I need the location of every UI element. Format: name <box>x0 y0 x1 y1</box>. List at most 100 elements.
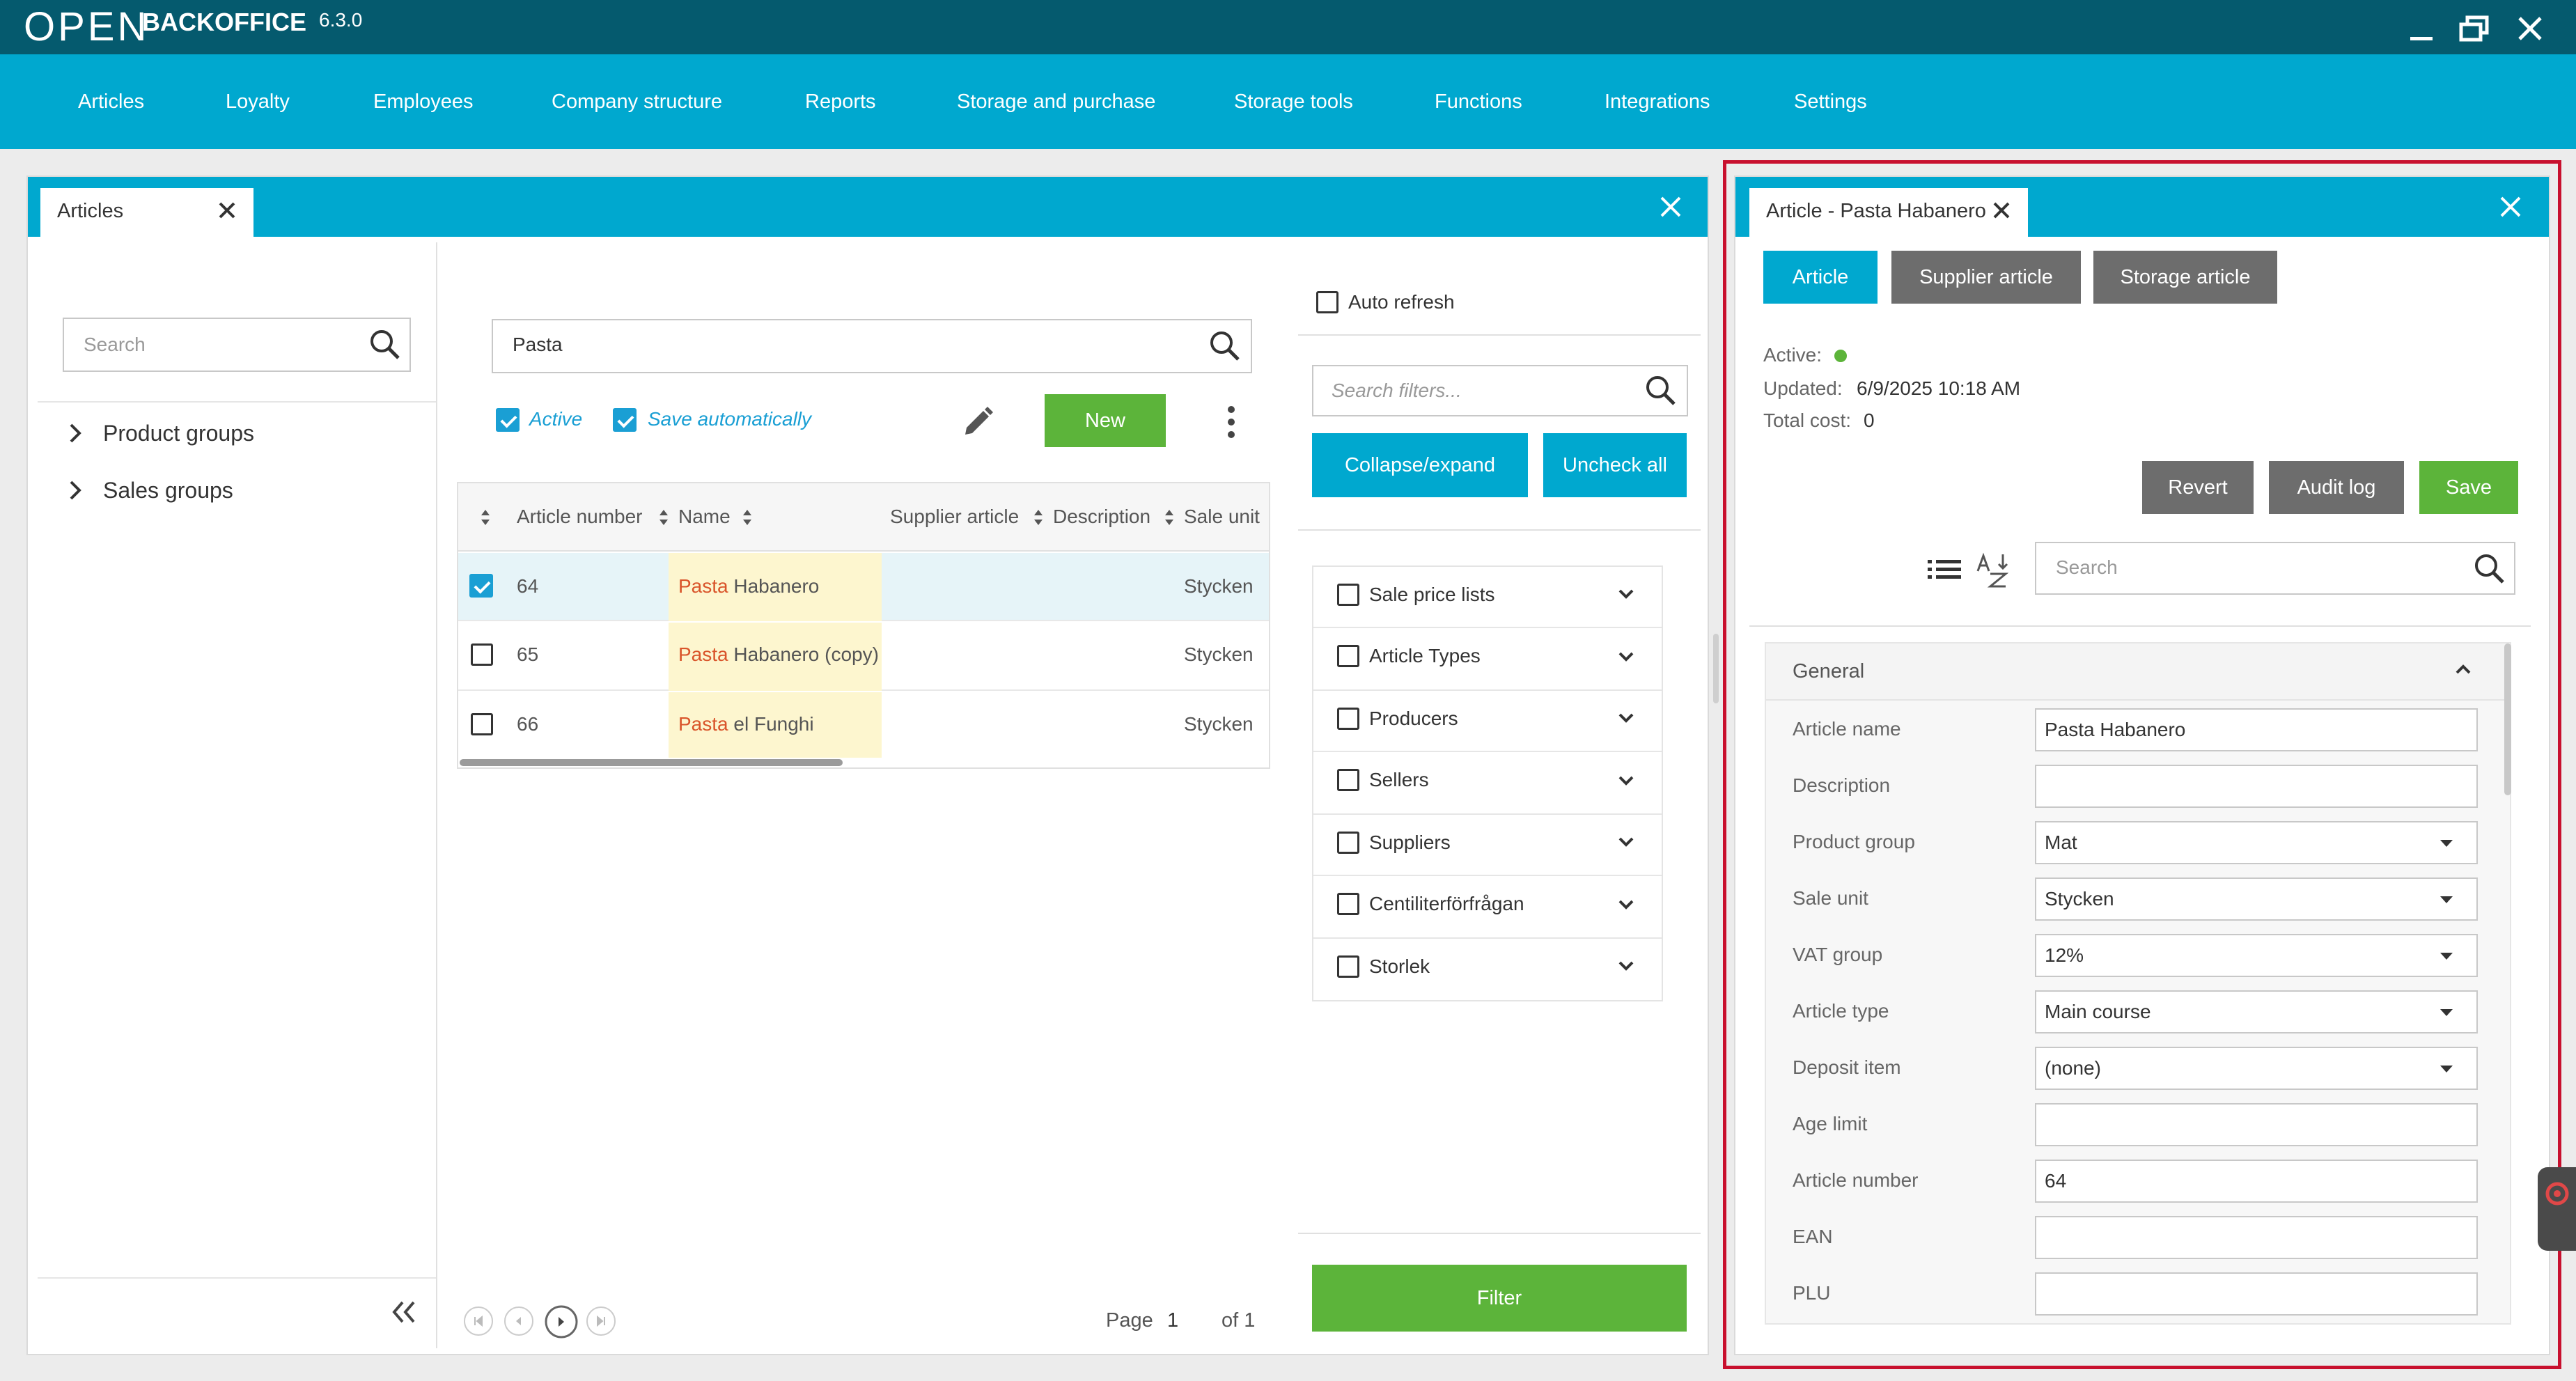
filters-divider <box>1298 1233 1701 1234</box>
uncheck-all-button[interactable]: Uncheck all <box>1543 433 1687 497</box>
next-page-button[interactable] <box>543 1304 579 1343</box>
revert-button[interactable]: Revert <box>2142 461 2254 514</box>
menu-loyalty[interactable]: Loyalty <box>226 88 290 116</box>
tree-expand-sales-groups[interactable] <box>67 479 84 505</box>
collapse-sidebar-button[interactable] <box>389 1300 419 1328</box>
row-checkbox[interactable] <box>469 574 493 598</box>
filter-checkbox[interactable] <box>1337 584 1359 606</box>
chevron-down-icon[interactable] <box>1617 836 1635 852</box>
article-search-button[interactable] <box>1208 329 1241 366</box>
menu-articles[interactable]: Articles <box>78 88 144 116</box>
collapse-expand-button[interactable]: Collapse/expand <box>1312 433 1528 497</box>
close-article-panel-button[interactable] <box>2499 195 2522 222</box>
ean-field[interactable] <box>2035 1216 2478 1259</box>
row-checkbox[interactable] <box>471 713 493 735</box>
tree-search-button[interactable] <box>368 327 401 364</box>
tree-item-product-groups[interactable]: Product groups <box>103 418 254 448</box>
auto-refresh-checkbox[interactable] <box>1316 291 1338 313</box>
close-window-button[interactable] <box>2511 10 2549 47</box>
menu-settings[interactable]: Settings <box>1794 88 1867 116</box>
menu-reports[interactable]: Reports <box>805 88 876 116</box>
filter-search-button[interactable] <box>1644 373 1677 410</box>
minimize-button[interactable] <box>2403 10 2440 47</box>
filter-checkbox[interactable] <box>1337 893 1359 915</box>
filter-label: Centiliterförfrågan <box>1369 893 1524 914</box>
sort-icon[interactable] <box>1032 507 1045 531</box>
chevron-down-icon[interactable] <box>1617 650 1635 666</box>
field-search-button[interactable] <box>2472 552 2506 588</box>
field-label-sale-unit: Sale unit <box>1793 887 1868 909</box>
menu-company-structure[interactable]: Company structure <box>552 88 722 116</box>
tab-article[interactable]: Article <box>1763 251 1878 304</box>
general-section-scrollbar[interactable] <box>2504 643 2511 795</box>
col-name[interactable]: Name <box>678 503 731 531</box>
chevron-up-icon[interactable] <box>2454 663 2472 679</box>
close-tab-article-button[interactable] <box>1992 201 2011 224</box>
article-search-input[interactable] <box>492 319 1252 373</box>
col-supplier-article[interactable]: Supplier article <box>890 503 1019 531</box>
sort-icon[interactable] <box>1163 507 1176 531</box>
chevron-down-icon[interactable] <box>1617 588 1635 604</box>
menu-integrations[interactable]: Integrations <box>1605 88 1710 116</box>
filter-item-article-types[interactable] <box>1313 628 1662 691</box>
next-page-icon <box>545 1305 578 1339</box>
sort-icon[interactable] <box>741 507 754 531</box>
col-article-number[interactable]: Article number <box>517 503 643 531</box>
filter-item-producers[interactable] <box>1313 691 1662 752</box>
audit-log-button[interactable]: Audit log <box>2269 461 2404 514</box>
filter-item-sellers[interactable] <box>1313 752 1662 815</box>
col-description[interactable]: Description <box>1053 503 1150 531</box>
filter-button[interactable]: Filter <box>1312 1265 1687 1332</box>
general-section-header[interactable] <box>1766 643 2510 701</box>
article-number-field[interactable] <box>2035 1160 2478 1203</box>
chevron-down-icon[interactable] <box>1617 960 1635 976</box>
panel-splitter[interactable] <box>1713 634 1719 703</box>
tab-storage-article[interactable]: Storage article <box>2093 251 2277 304</box>
chevron-down-icon[interactable] <box>1617 712 1635 728</box>
first-page-button[interactable] <box>462 1305 494 1341</box>
save-button[interactable]: Save <box>2419 461 2518 514</box>
filter-checkbox[interactable] <box>1337 708 1359 730</box>
filter-item-suppliers[interactable] <box>1313 815 1662 876</box>
menu-storage-tools[interactable]: Storage tools <box>1234 88 1353 116</box>
description-field[interactable] <box>2035 765 2478 808</box>
filter-checkbox[interactable] <box>1337 955 1359 978</box>
filter-checkbox[interactable] <box>1337 832 1359 854</box>
sort-icon[interactable] <box>657 507 670 531</box>
more-options-button[interactable] <box>1223 404 1240 444</box>
row-checkbox[interactable] <box>471 643 493 666</box>
grid-horizontal-scrollbar[interactable] <box>460 759 843 766</box>
col-sale-unit[interactable]: Sale unit <box>1184 503 1260 531</box>
page-number[interactable]: 1 <box>1167 1306 1178 1334</box>
restore-button[interactable] <box>2456 10 2493 47</box>
menu-functions[interactable]: Functions <box>1435 88 1522 116</box>
last-page-button[interactable] <box>585 1305 617 1341</box>
chevron-down-icon[interactable] <box>1617 898 1635 914</box>
edit-button[interactable] <box>960 404 996 444</box>
tree-item-sales-groups[interactable]: Sales groups <box>103 475 233 506</box>
filter-checkbox[interactable] <box>1337 645 1359 667</box>
close-tab-articles-button[interactable] <box>217 201 237 224</box>
vat-group-select[interactable] <box>2035 934 2478 977</box>
chevron-down-icon[interactable] <box>1617 774 1635 790</box>
plu-field[interactable] <box>2035 1272 2478 1316</box>
prev-page-button[interactable] <box>503 1305 535 1341</box>
product-group-select[interactable] <box>2035 821 2478 864</box>
menu-storage-and-purchase[interactable]: Storage and purchase <box>957 88 1155 116</box>
sort-az-button[interactable] <box>1972 550 2011 593</box>
filter-checkbox[interactable] <box>1337 769 1359 791</box>
sort-icon[interactable] <box>479 507 492 531</box>
close-articles-panel-button[interactable] <box>1659 195 1683 222</box>
tab-supplier-article[interactable]: Supplier article <box>1891 251 2081 304</box>
side-help-widget[interactable] <box>2538 1167 2576 1251</box>
active-status-label: Active: <box>1763 344 1822 366</box>
age-limit-field[interactable] <box>2035 1103 2478 1146</box>
tree-expand-product-groups[interactable] <box>67 422 84 448</box>
filter-item-storlek[interactable] <box>1313 939 1662 1000</box>
menu-employees[interactable]: Employees <box>373 88 473 116</box>
deposit-item-select[interactable] <box>2035 1047 2478 1090</box>
new-article-button[interactable]: New <box>1045 394 1166 447</box>
list-view-button[interactable] <box>1926 556 1962 587</box>
save-automatically-checkbox[interactable] <box>613 408 637 432</box>
active-checkbox[interactable] <box>496 408 520 432</box>
